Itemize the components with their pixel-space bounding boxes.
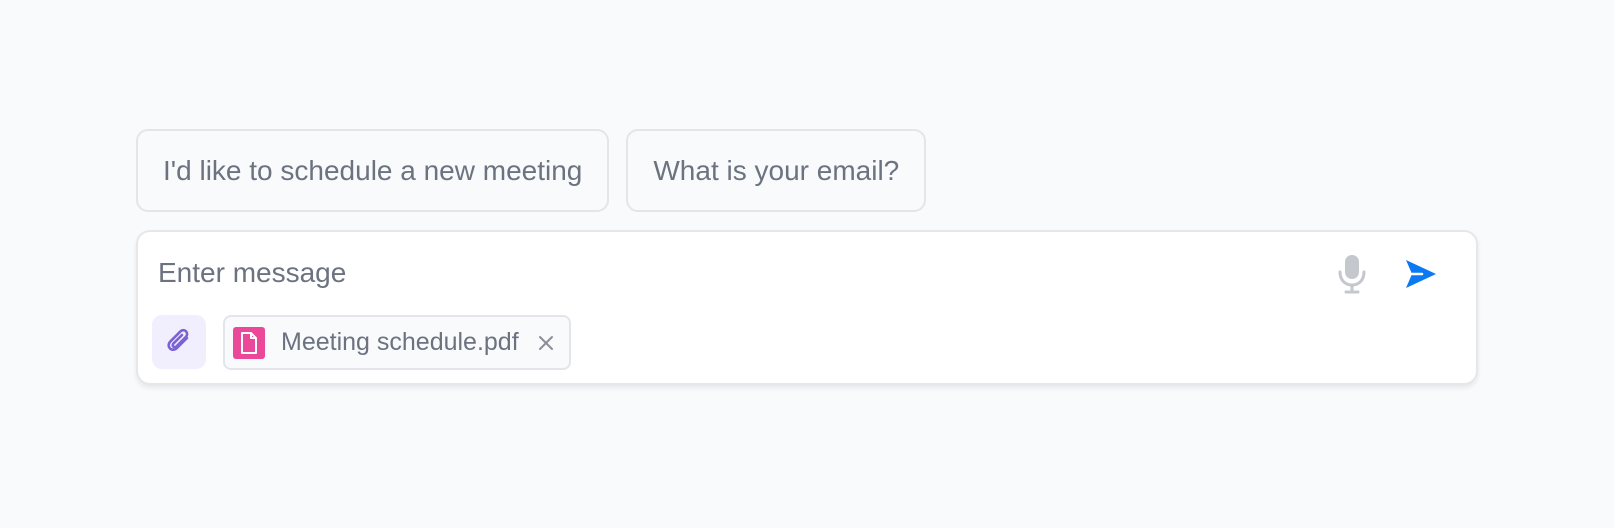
suggestion-email[interactable]: What is your email? xyxy=(626,129,927,212)
paperclip-icon xyxy=(167,328,189,351)
suggestion-list: I'd like to schedule a new meeting What … xyxy=(136,129,1478,212)
remove-attachment-button[interactable] xyxy=(535,332,557,354)
attach-file-button[interactable] xyxy=(152,315,206,369)
send-button[interactable] xyxy=(1401,254,1441,294)
chat-composer-area: I'd like to schedule a new meeting What … xyxy=(136,129,1478,385)
voice-input-button[interactable] xyxy=(1334,252,1370,296)
message-input[interactable] xyxy=(158,252,1278,294)
microphone-icon xyxy=(1338,255,1366,294)
attachment-file-name: Meeting schedule.pdf xyxy=(281,328,519,356)
close-icon xyxy=(538,335,553,350)
send-icon xyxy=(1406,260,1436,288)
document-icon xyxy=(233,326,265,359)
message-composer: Meeting schedule.pdf xyxy=(136,230,1478,385)
attachment-chip: Meeting schedule.pdf xyxy=(223,315,571,370)
suggestion-schedule-meeting[interactable]: I'd like to schedule a new meeting xyxy=(136,129,610,212)
